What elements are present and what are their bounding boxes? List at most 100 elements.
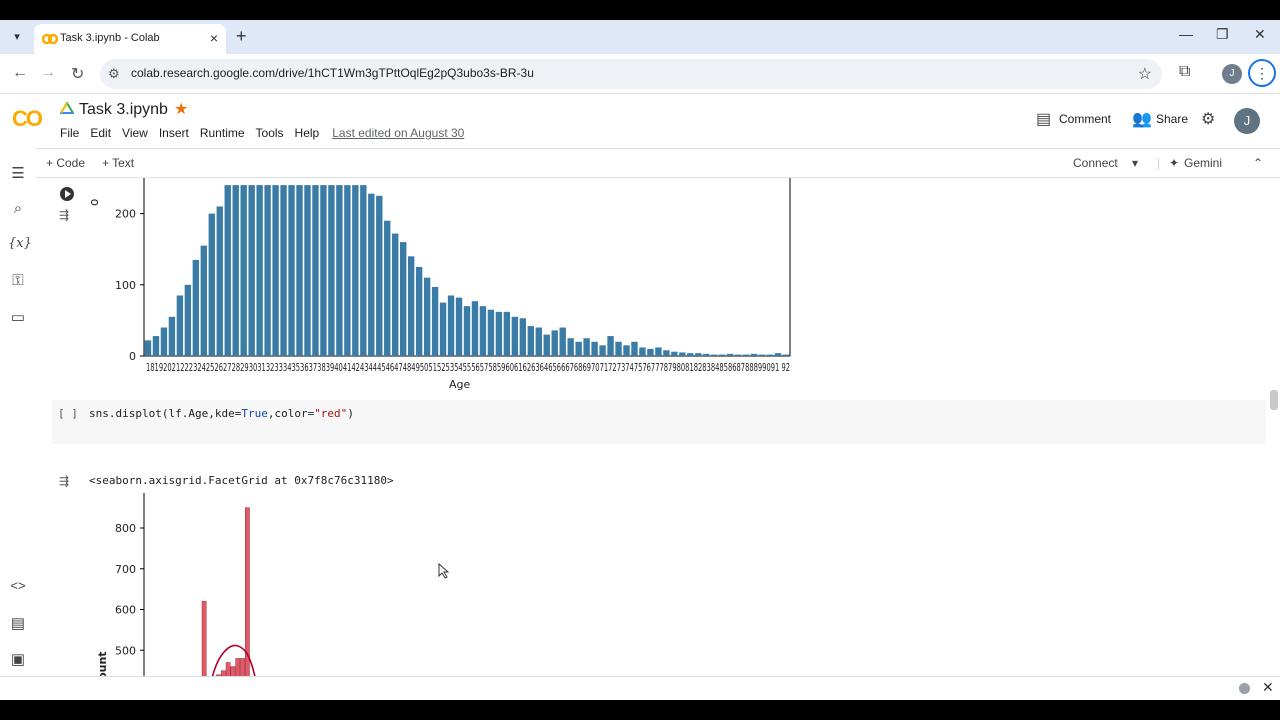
- y-tick-label: 800: [115, 522, 136, 535]
- connect-button[interactable]: Connect: [1073, 156, 1118, 170]
- menu-runtime[interactable]: Runtime: [200, 126, 245, 140]
- bar: [376, 195, 383, 356]
- bar: [559, 327, 566, 356]
- colab-logo[interactable]: CO: [12, 106, 43, 132]
- variables-icon[interactable]: {x}: [8, 236, 32, 251]
- bar: [455, 297, 463, 356]
- comment-icon[interactable]: ▤: [1036, 109, 1051, 129]
- bar: [431, 286, 439, 356]
- menu-tools[interactable]: Tools: [256, 126, 284, 140]
- search-icon[interactable]: ⌕: [8, 200, 28, 217]
- bar: [567, 338, 574, 356]
- collapse-header-icon[interactable]: ⌃: [1253, 156, 1263, 170]
- bar: [583, 338, 590, 356]
- share-people-icon[interactable]: 👥: [1132, 109, 1152, 129]
- x-axis-label: Age: [449, 378, 471, 391]
- files-folder-icon[interactable]: ▭: [8, 308, 28, 326]
- code-keyword: True: [241, 407, 268, 420]
- bar: [615, 341, 622, 356]
- menu-view[interactable]: View: [122, 126, 148, 140]
- status-bar: ✕: [0, 676, 1280, 700]
- bar: [543, 334, 550, 356]
- bar: [758, 354, 766, 356]
- url-text[interactable]: colab.research.google.com/drive/1hCT1Wm3…: [131, 66, 534, 80]
- hist-bar: [225, 662, 231, 676]
- extensions-icon[interactable]: ⧉: [1179, 63, 1190, 81]
- bar: [264, 185, 271, 356]
- bar: [679, 352, 686, 356]
- toolbar-divider: |: [1157, 156, 1161, 170]
- menu-file[interactable]: File: [60, 126, 79, 140]
- browser-tab[interactable]: Task 3.ipynb - Colab ×: [34, 24, 226, 54]
- reload-icon[interactable]: ↻: [71, 64, 84, 84]
- output-toggle-icon[interactable]: ⇶: [59, 474, 69, 488]
- bar: [160, 327, 168, 356]
- bar: [232, 185, 239, 356]
- close-status-icon[interactable]: ✕: [1262, 679, 1274, 696]
- code-snippets-icon[interactable]: <>: [8, 578, 28, 593]
- code-part: ): [347, 407, 354, 420]
- connect-dropdown-icon[interactable]: ▾: [1132, 156, 1138, 170]
- minimize-icon[interactable]: —: [1179, 26, 1193, 42]
- scrollbar-thumb[interactable]: [1270, 390, 1278, 410]
- code-cell[interactable]: [ ] sns.displot(lf.Age,kde=True,color="r…: [52, 400, 1266, 444]
- table-of-contents-icon[interactable]: ☰: [8, 164, 28, 182]
- menu-bar: File Edit View Insert Runtime Tools Help…: [60, 126, 464, 140]
- bar: [447, 295, 455, 356]
- bar: [782, 354, 790, 356]
- star-icon[interactable]: ★: [174, 99, 188, 119]
- menu-help[interactable]: Help: [295, 126, 320, 140]
- command-palette-icon[interactable]: ▤: [8, 614, 28, 632]
- comment-button[interactable]: Comment: [1059, 112, 1111, 126]
- notebook-title[interactable]: Task 3.ipynb: [79, 101, 168, 119]
- age-bar-chart: 0 100 200 181920212223242526272829303132333…: [87, 178, 791, 391]
- code-string: "red": [314, 407, 348, 420]
- code-text[interactable]: sns.displot(lf.Age,kde=True,color="red"): [89, 407, 354, 420]
- account-avatar[interactable]: J: [1234, 108, 1260, 134]
- y-axis-label-fragment: o: [87, 199, 101, 206]
- menu-edit[interactable]: Edit: [90, 126, 111, 140]
- secrets-key-icon[interactable]: ⚿: [8, 272, 28, 289]
- bar: [384, 220, 391, 356]
- forward-icon[interactable]: →: [40, 64, 56, 82]
- bar: [503, 311, 511, 356]
- tab-search-icon[interactable]: ▾: [8, 28, 26, 46]
- bar: [623, 345, 630, 356]
- settings-gear-icon[interactable]: ⚙: [1201, 109, 1215, 129]
- cell-output-text: <seaborn.axisgrid.FacetGrid at 0x7f8c76c…: [89, 474, 394, 487]
- code-part: sns.displot(lf.Age,kde=: [89, 407, 242, 420]
- add-text-button[interactable]: + Text: [102, 156, 134, 170]
- bar: [703, 353, 710, 356]
- menu-insert[interactable]: Insert: [159, 126, 189, 140]
- close-tab-icon[interactable]: ×: [210, 30, 218, 46]
- gemini-icon[interactable]: ✦: [1169, 156, 1179, 170]
- last-edited-link[interactable]: Last edited on August 30: [332, 126, 464, 140]
- add-code-button[interactable]: + Code: [46, 156, 85, 170]
- omnibox[interactable]: ⚙ colab.research.google.com/drive/1hCT1W…: [100, 59, 1162, 89]
- back-icon[interactable]: ←: [12, 64, 28, 82]
- address-bar-row: ← → ↻ ⚙ colab.research.google.com/drive/…: [0, 54, 1280, 94]
- bookmark-star-icon[interactable]: ☆: [1138, 64, 1152, 84]
- gemini-button[interactable]: Gemini: [1184, 156, 1222, 170]
- share-button[interactable]: Share: [1156, 112, 1188, 126]
- bar: [687, 353, 694, 356]
- browser-profile-avatar[interactable]: J: [1222, 64, 1242, 84]
- bar: [663, 350, 670, 356]
- colab-favicon-icon: [42, 33, 58, 45]
- bar: [671, 351, 678, 356]
- bar: [766, 354, 774, 356]
- browser-menu-icon[interactable]: ⋮: [1248, 59, 1276, 87]
- bar: [639, 347, 646, 356]
- terminal-icon[interactable]: ▣: [8, 650, 28, 668]
- site-info-icon[interactable]: ⚙: [108, 66, 120, 82]
- restore-icon[interactable]: ❐: [1216, 26, 1229, 43]
- new-tab-icon[interactable]: +: [236, 26, 247, 47]
- cell-run-bracket[interactable]: [ ]: [58, 407, 78, 420]
- hist-bar: [240, 658, 245, 676]
- bar: [742, 354, 750, 356]
- close-window-icon[interactable]: ✕: [1254, 26, 1266, 43]
- mouse-cursor-icon: [438, 563, 450, 579]
- bar: [695, 353, 702, 356]
- bar: [280, 185, 287, 356]
- bar: [591, 341, 598, 356]
